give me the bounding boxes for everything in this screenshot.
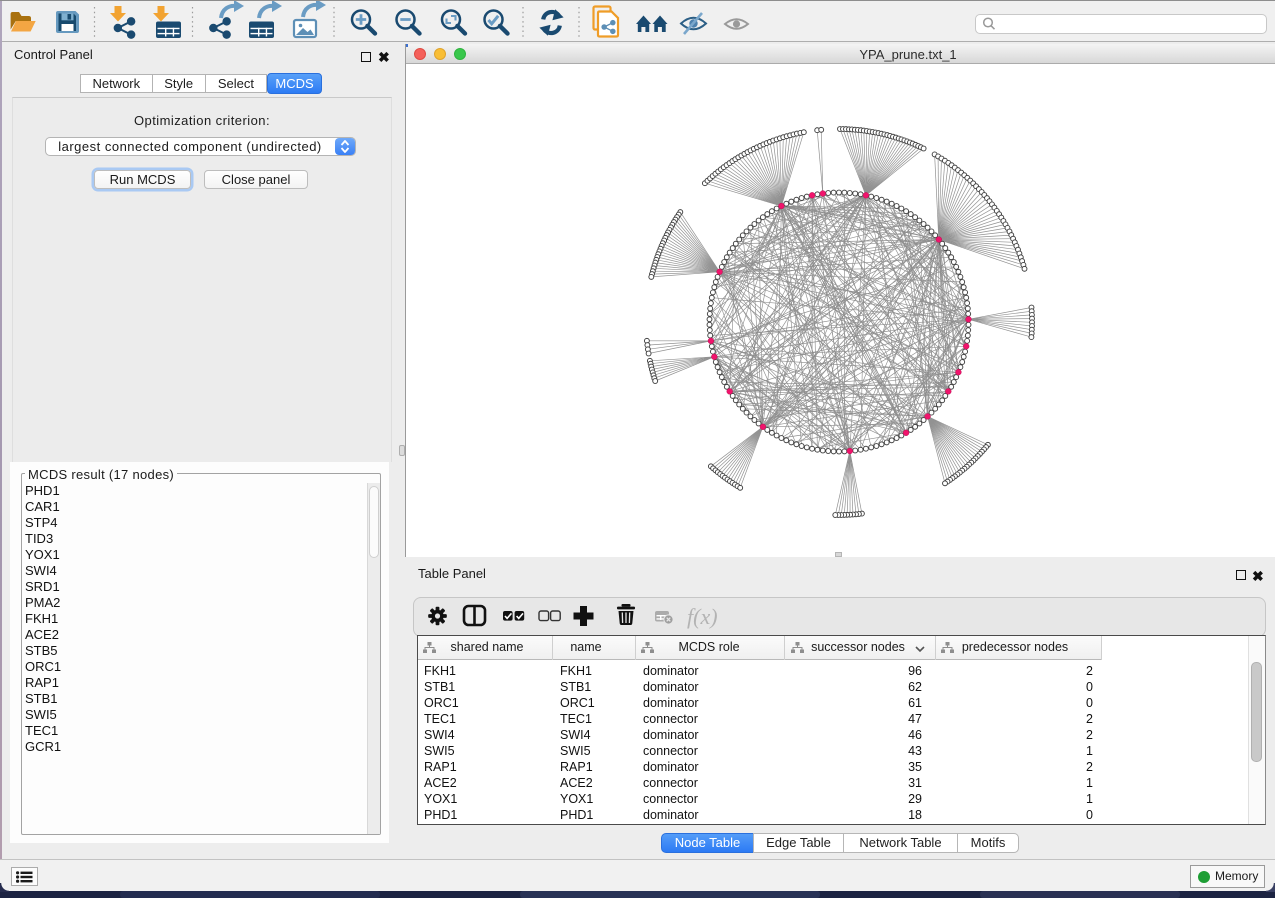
svg-text:f(x): f(x) [687, 604, 718, 629]
